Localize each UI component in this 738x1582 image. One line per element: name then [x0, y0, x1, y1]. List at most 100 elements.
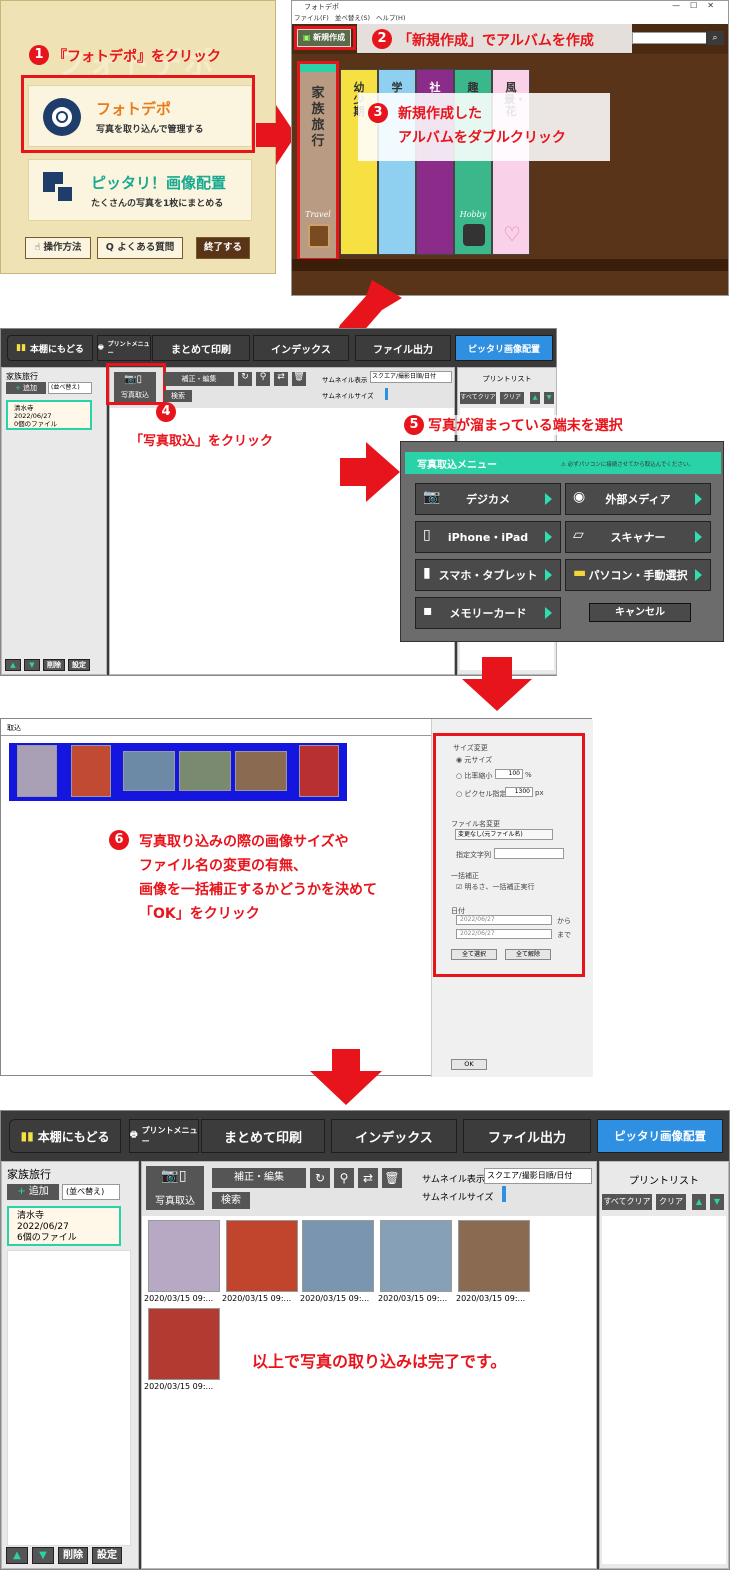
clear-button[interactable]: クリア: [500, 392, 524, 404]
zoom-icon[interactable]: ⚲: [334, 1168, 354, 1188]
deselect-all-button[interactable]: 全て解除: [505, 949, 551, 960]
clear-all-button[interactable]: すべてクリア: [602, 1194, 652, 1210]
select-all-button[interactable]: 全て選択: [451, 949, 497, 960]
photo-thumb[interactable]: [179, 751, 231, 791]
instruction-line: 画像を一括補正するかどうかを決めて: [139, 882, 377, 898]
import-menu-note: ⚠ 必ずパソコンに接続させてから取込んでください。: [561, 460, 694, 468]
search-button[interactable]: 検索: [212, 1192, 250, 1209]
batch-print-button[interactable]: まとめて印刷: [152, 335, 250, 361]
memory-card-button[interactable]: ▪ メモリーカード: [415, 597, 561, 629]
photo-thumb[interactable]: [380, 1220, 452, 1292]
cancel-button[interactable]: キャンセル: [589, 603, 691, 622]
menu-file[interactable]: ファイル(F): [294, 13, 329, 24]
exit-button[interactable]: 終了する: [196, 237, 250, 259]
scanner-button[interactable]: ▱ スキャナー: [565, 521, 711, 553]
down-icon[interactable]: ▼: [24, 659, 40, 671]
up-icon[interactable]: ▲: [530, 392, 540, 404]
correct-checkbox[interactable]: ☑ 明るさ、一括補正実行: [456, 882, 535, 892]
delete-button[interactable]: 削除: [58, 1547, 88, 1564]
photo-thumb[interactable]: [235, 751, 287, 791]
search-button[interactable]: 検索: [164, 390, 192, 402]
faq-button[interactable]: Q よくある質問: [97, 237, 183, 259]
thumb-size-slider[interactable]: [385, 388, 388, 400]
step-number: 1: [29, 45, 49, 65]
back-to-shelf-button[interactable]: ▮▮ 本棚にもどる: [7, 335, 93, 361]
photo-thumb[interactable]: [71, 745, 111, 797]
delete-button[interactable]: 削除: [43, 659, 65, 671]
thumb-size-slider[interactable]: [502, 1186, 506, 1202]
clear-all-button[interactable]: すべてクリア: [460, 392, 496, 404]
pixel-input[interactable]: 1300: [505, 787, 533, 797]
photo-thumb[interactable]: [148, 1308, 220, 1380]
size-option-original[interactable]: ◉ 元サイズ: [456, 755, 492, 765]
photo-thumb[interactable]: [123, 751, 175, 791]
album-item[interactable]: 清水寺 2022/06/27 0個のファイル: [6, 400, 92, 430]
note-text: 必ずパソコンに接続させてから取込んでください。: [567, 462, 694, 468]
iphone-ipad-button[interactable]: ▯ iPhone・iPad: [415, 521, 561, 553]
settings-button[interactable]: 設定: [92, 1547, 122, 1564]
down-icon[interactable]: ▼: [544, 392, 554, 404]
size-option-ratio[interactable]: ○ 比率縮小: [456, 771, 492, 781]
trash-icon[interactable]: 🗑: [292, 372, 306, 386]
arrow-right-icon: [256, 105, 296, 165]
rotate-icon[interactable]: ↻: [238, 372, 252, 386]
clear-button[interactable]: クリア: [656, 1194, 686, 1210]
sort-select[interactable]: (並べ替え): [62, 1184, 120, 1200]
date-from-input[interactable]: 2022/06/27: [456, 915, 552, 925]
file-output-button[interactable]: ファイル出力: [355, 335, 451, 361]
photo-thumb[interactable]: [226, 1220, 298, 1292]
rename-select[interactable]: 変更なし(元ファイル名): [455, 829, 553, 840]
ratio-input[interactable]: 100: [495, 769, 523, 779]
pittari-layout-button[interactable]: ピッタリ画像配置: [597, 1119, 723, 1153]
batch-print-button[interactable]: まとめて印刷: [201, 1119, 325, 1153]
pc-manual-button[interactable]: ▬ パソコン・手動選択: [565, 559, 711, 591]
pittari-layout-button[interactable]: ピッタリ画像配置: [455, 335, 553, 361]
settings-button[interactable]: 設定: [68, 659, 90, 671]
up-icon[interactable]: ▲: [5, 659, 21, 671]
zoom-icon[interactable]: ⚲: [256, 372, 270, 386]
howto-button[interactable]: ☝ 操作方法: [25, 237, 91, 259]
swap-icon[interactable]: ⇄: [274, 372, 288, 386]
edit-button[interactable]: 補正・編集: [164, 372, 234, 386]
down-icon[interactable]: ▼: [32, 1547, 54, 1564]
size-option-pixel[interactable]: ○ ピクセル指定: [456, 789, 506, 799]
edit-button[interactable]: 補正・編集: [212, 1168, 306, 1188]
down-icon[interactable]: ▼: [710, 1194, 724, 1210]
rename-input[interactable]: [494, 848, 564, 859]
thumb-display-select[interactable]: スクエア/撮影日順/日付: [484, 1168, 592, 1184]
external-media-button[interactable]: ◉ 外部メディア: [565, 483, 711, 515]
photo-thumb[interactable]: [148, 1220, 220, 1292]
photo-thumb[interactable]: [302, 1220, 374, 1292]
pittari-button[interactable]: ピッタリ！画像配置 たくさんの写真を1枚にまとめる: [28, 159, 252, 221]
ok-button[interactable]: OK: [451, 1059, 487, 1070]
search-icon[interactable]: ⌕: [706, 31, 724, 45]
back-to-shelf-button[interactable]: ▮▮ 本棚にもどる: [9, 1119, 121, 1153]
sort-select[interactable]: (並べ替え): [48, 382, 92, 394]
up-icon[interactable]: ▲: [6, 1547, 28, 1564]
file-output-button[interactable]: ファイル出力: [463, 1119, 591, 1153]
photo-thumb[interactable]: [458, 1220, 530, 1292]
print-menu-button[interactable]: 🖶 プリントメニュー: [129, 1119, 199, 1153]
tablet-icon: ▮: [423, 565, 431, 581]
digital-camera-button[interactable]: 📷 デジカメ: [415, 483, 561, 515]
album-book-family-travel[interactable]: 家族旅行 Travel: [297, 61, 339, 261]
add-button[interactable]: + 追加: [7, 1184, 59, 1200]
index-label: インデックス: [355, 1130, 433, 1146]
album-item[interactable]: 清水寺 2022/06/27 6個のファイル: [7, 1206, 121, 1246]
print-menu-button[interactable]: 🖶 プリントメニュー: [97, 335, 151, 361]
index-button[interactable]: インデックス: [253, 335, 349, 361]
thumb-display-select[interactable]: スクエア/撮影日順/日付: [370, 371, 452, 383]
photo-thumb[interactable]: [299, 745, 339, 797]
up-icon[interactable]: ▲: [692, 1194, 706, 1210]
correct-header: 一括補正: [451, 872, 479, 880]
date-to-input[interactable]: 2022/06/27: [456, 929, 552, 939]
rotate-icon[interactable]: ↻: [310, 1168, 330, 1188]
index-button[interactable]: インデックス: [331, 1119, 457, 1153]
window-controls[interactable]: —☐✕: [672, 1, 724, 10]
smartphone-tablet-button[interactable]: ▮ スマホ・タブレット: [415, 559, 561, 591]
shelf-label: 本棚にもどる: [30, 344, 84, 355]
add-button[interactable]: + 追加: [6, 382, 46, 394]
swap-icon[interactable]: ⇄: [358, 1168, 378, 1188]
photo-thumb[interactable]: [17, 745, 57, 797]
trash-icon[interactable]: 🗑: [382, 1168, 402, 1188]
